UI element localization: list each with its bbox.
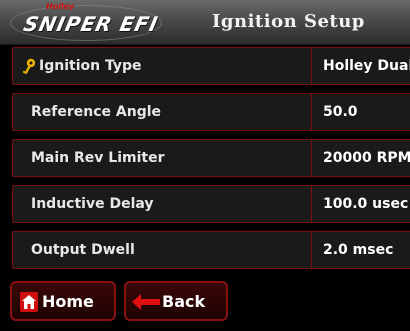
row-label: Output Dwell [31,242,135,258]
row-output-dwell[interactable]: Output Dwell 2.0 msec [12,231,410,269]
left-arrow-icon [132,294,160,310]
key-icon [22,58,36,74]
logo-badge: Holley [46,2,75,11]
sniper-efi-logo: Holley SNIPER EFI [10,2,200,42]
page-title: Ignition Setup [212,11,365,32]
row-value: 50.0 [323,104,358,120]
row-reference-angle[interactable]: Reference Angle 50.0 [12,93,410,131]
row-ignition-type[interactable]: Ignition Type Holley Dual [12,47,410,85]
home-icon [20,292,38,312]
header-bar: Holley SNIPER EFI Ignition Setup [0,0,410,45]
logo-text: SNIPER EFI [21,12,161,36]
row-value: 100.0 usec [323,196,409,212]
back-button-label: Back [162,292,206,311]
row-value: 20000 RPM [323,150,410,166]
row-value: 2.0 msec [323,242,394,258]
settings-list: Ignition Type Holley Dual Reference Angl… [12,47,410,277]
row-main-rev-limiter[interactable]: Main Rev Limiter 20000 RPM [12,139,410,177]
home-button-label: Home [42,292,94,311]
row-inductive-delay[interactable]: Inductive Delay 100.0 usec [12,185,410,223]
row-value: Holley Dual [323,58,410,74]
row-label: Reference Angle [31,104,162,120]
home-button[interactable]: Home [10,281,116,321]
row-divider [311,232,312,268]
row-label: Ignition Type [39,58,142,74]
row-divider [311,140,312,176]
row-label: Inductive Delay [31,196,154,212]
back-button[interactable]: Back [124,281,228,321]
row-divider [311,186,312,222]
row-label: Main Rev Limiter [31,150,165,166]
row-divider [311,94,312,130]
row-divider [311,48,312,84]
